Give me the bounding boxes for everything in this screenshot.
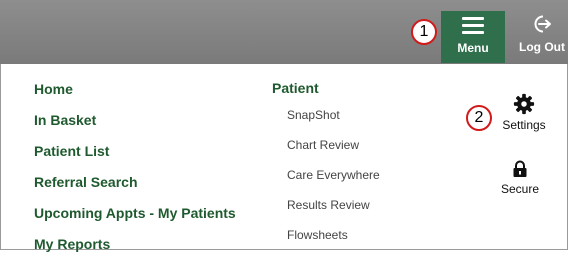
lock-icon <box>513 160 527 177</box>
logout-icon <box>534 15 551 33</box>
nav-patient-list[interactable]: Patient List <box>34 142 236 173</box>
logout-button-label: Log Out <box>519 40 565 54</box>
logout-button[interactable]: Log Out <box>512 11 568 63</box>
settings-button[interactable]: Settings <box>494 93 554 132</box>
nav-care-everywhere[interactable]: Care Everywhere <box>287 167 380 197</box>
nav-my-reports[interactable]: My Reports <box>34 235 236 266</box>
nav-results-review[interactable]: Results Review <box>287 197 380 227</box>
nav-referral-search[interactable]: Referral Search <box>34 173 236 204</box>
primary-nav: Home In Basket Patient List Referral Sea… <box>34 80 236 266</box>
nav-upcoming-appts[interactable]: Upcoming Appts - My Patients <box>34 204 236 235</box>
menu-button[interactable]: Menu <box>441 11 505 63</box>
secure-button[interactable]: Secure <box>490 160 550 196</box>
top-bar: Menu Log Out <box>0 0 568 64</box>
gear-icon <box>513 93 535 115</box>
secure-label: Secure <box>500 182 540 196</box>
nav-home[interactable]: Home <box>34 80 236 111</box>
patient-nav: SnapShot Chart Review Care Everywhere Re… <box>287 107 380 257</box>
nav-snapshot[interactable]: SnapShot <box>287 107 380 137</box>
menu-button-label: Menu <box>457 41 489 55</box>
callout-number-2: 2 <box>466 105 492 131</box>
patient-section-heading: Patient <box>272 80 319 96</box>
nav-chart-review[interactable]: Chart Review <box>287 137 380 167</box>
callout-number-1: 1 <box>411 19 437 45</box>
settings-label: Settings <box>502 118 546 132</box>
nav-in-basket[interactable]: In Basket <box>34 111 236 142</box>
hamburger-icon <box>462 17 484 38</box>
nav-flowsheets[interactable]: Flowsheets <box>287 227 380 257</box>
